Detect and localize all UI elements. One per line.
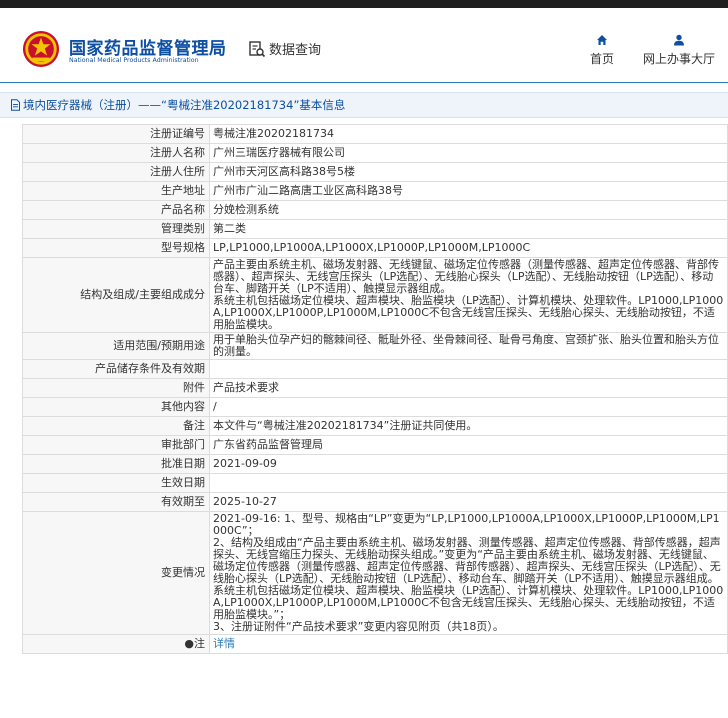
home-icon (597, 35, 607, 45)
table-row: 附件 产品技术要求 (22, 378, 728, 398)
site-logo-title[interactable]: 国家药品监督管理局 (69, 34, 227, 59)
field-label: 注册人名称 (22, 143, 210, 163)
field-value: 第二类 (209, 219, 728, 239)
table-row: 有效期至 2025-10-27 (22, 492, 728, 512)
nav-online-hall-label: 网上办事大厅 (643, 52, 716, 66)
field-label: 生产地址 (22, 181, 210, 201)
table-row: 其他内容 / (22, 397, 728, 417)
field-value: 2021-09-16: 1、型号、规格由“LP”变更为“LP,LP1000,LP… (209, 511, 728, 635)
field-label: ●注 (22, 634, 210, 654)
field-label: 其他内容 (22, 397, 210, 417)
table-row: 型号规格 LP,LP1000,LP1000A,LP1000X,LP1000P,L… (22, 238, 728, 258)
table-row: 变更情况 2021-09-16: 1、型号、规格由“LP”变更为“LP,LP10… (22, 511, 728, 635)
breadcrumb-text: 境内医疗器械（注册）——“粤械注准20202181734”基本信息 (23, 98, 346, 112)
details-link[interactable]: 详情 (213, 637, 235, 650)
field-value: 产品主要由系统主机、磁场发射器、无线键鼠、磁场定位传感器（测量传感器、超声定位传… (209, 257, 728, 333)
data-query-label: 数据查询 (269, 43, 322, 58)
field-value: 广东省药品监督管理局 (209, 435, 728, 455)
table-row: 批准日期 2021-09-09 (22, 454, 728, 474)
field-value: 粤械注准20202181734 (209, 124, 728, 144)
field-label: 注册人住所 (22, 162, 210, 182)
field-label: 审批部门 (22, 435, 210, 455)
field-label: 备注 (22, 416, 210, 436)
table-row: 管理类别 第二类 (22, 219, 728, 239)
field-label: 附件 (22, 378, 210, 398)
table-row: 审批部门 广东省药品监督管理局 (22, 435, 728, 455)
table-row: 注册证编号 粤械注准20202181734 (22, 124, 728, 144)
field-label: 产品名称 (22, 200, 210, 220)
field-value: 用于单胎头位孕产妇的髂棘间径、骶耻外径、坐骨棘间径、耻骨弓角度、宫颈扩张、胎头位… (209, 332, 728, 360)
breadcrumb: 境内医疗器械（注册）——“粤械注准20202181734”基本信息 (0, 92, 728, 118)
document-icon (11, 99, 20, 111)
table-row: 注册人名称 广州三瑞医疗器械有限公司 (22, 143, 728, 163)
table-row: ●注 详情 (22, 634, 728, 654)
table-row: 注册人住所 广州市天河区高科路38号5楼 (22, 162, 728, 182)
top-dark-bar (0, 0, 728, 8)
field-label: 结构及组成/主要组成成分 (22, 257, 210, 333)
field-label: 有效期至 (22, 492, 210, 512)
field-value: 广州市天河区高科路38号5楼 (209, 162, 728, 182)
field-value: LP,LP1000,LP1000A,LP1000X,LP1000P,LP1000… (209, 238, 728, 258)
field-value (209, 359, 728, 379)
table-row: 产品名称 分娩检测系统 (22, 200, 728, 220)
field-value: 广州市广汕二路高唐工业区高科路38号 (209, 181, 728, 201)
table-row: 产品储存条件及有效期 (22, 359, 728, 379)
table-row: 生产地址 广州市广汕二路高唐工业区高科路38号 (22, 181, 728, 201)
field-label: 生效日期 (22, 473, 210, 493)
field-value: 产品技术要求 (209, 378, 728, 398)
field-label: 批准日期 (22, 454, 210, 474)
field-value: 本文件与“粤械注准20202181734”注册证共同使用。 (209, 416, 728, 436)
nav-home[interactable]: 首页 (590, 34, 614, 67)
field-value: 2021-09-09 (209, 454, 728, 474)
field-label: 变更情况 (22, 511, 210, 635)
user-icon (674, 34, 684, 46)
data-query-icon (249, 40, 266, 57)
table-row: 备注 本文件与“粤械注准20202181734”注册证共同使用。 (22, 416, 728, 436)
field-value: 广州三瑞医疗器械有限公司 (209, 143, 728, 163)
table-row: 适用范围/预期用途 用于单胎头位孕产妇的髂棘间径、骶耻外径、坐骨棘间径、耻骨弓角… (22, 332, 728, 360)
device-info-table: 注册证编号 粤械注准20202181734 注册人名称 广州三瑞医疗器械有限公司… (22, 124, 728, 654)
field-label: 产品储存条件及有效期 (22, 359, 210, 379)
field-label: 管理类别 (22, 219, 210, 239)
data-query-link[interactable]: 数据查询 (248, 39, 321, 58)
national-emblem-icon (22, 30, 60, 68)
field-value: 2025-10-27 (209, 492, 728, 512)
table-row: 结构及组成/主要组成成分 产品主要由系统主机、磁场发射器、无线键鼠、磁场定位传感… (22, 257, 728, 333)
nav-online-hall[interactable]: 网上办事大厅 (643, 34, 715, 67)
field-label: 型号规格 (22, 238, 210, 258)
site-logo-subtitle: National Medical Products Administration (69, 57, 199, 64)
field-label: 适用范围/预期用途 (22, 332, 210, 360)
field-value (209, 473, 728, 493)
table-row: 生效日期 (22, 473, 728, 493)
nav-home-label: 首页 (590, 52, 615, 66)
field-label: 注册证编号 (22, 124, 210, 144)
field-value: 分娩检测系统 (209, 200, 728, 220)
site-header: 国家药品监督管理局 National Medical Products Admi… (0, 8, 728, 83)
field-value: / (209, 397, 728, 417)
field-value: 详情 (209, 634, 728, 654)
